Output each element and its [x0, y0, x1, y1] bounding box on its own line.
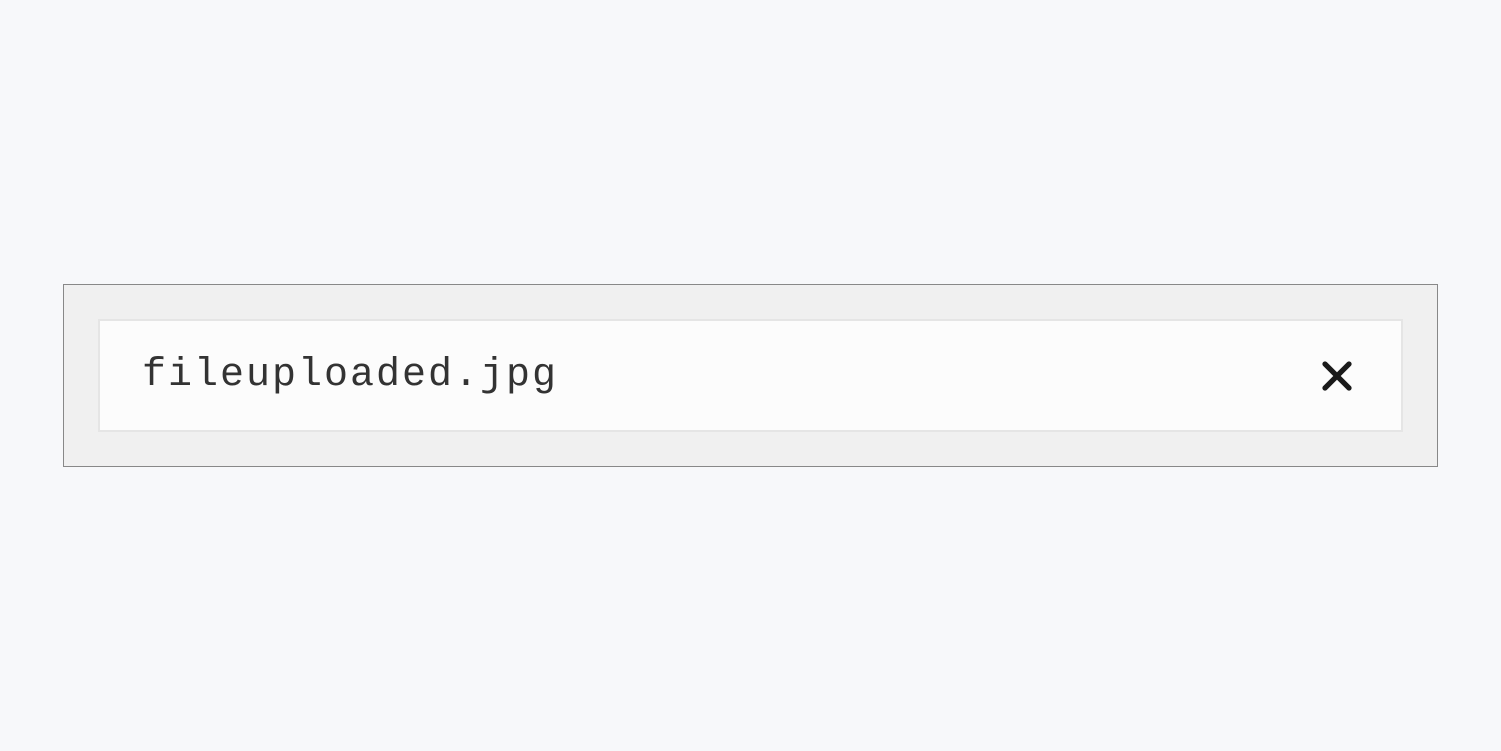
close-icon	[1319, 358, 1355, 394]
remove-file-button[interactable]	[1315, 354, 1359, 398]
file-item-row: fileuploaded.jpg	[98, 319, 1403, 432]
file-name-label: fileuploaded.jpg	[142, 353, 558, 398]
file-upload-container: fileuploaded.jpg	[63, 284, 1438, 467]
